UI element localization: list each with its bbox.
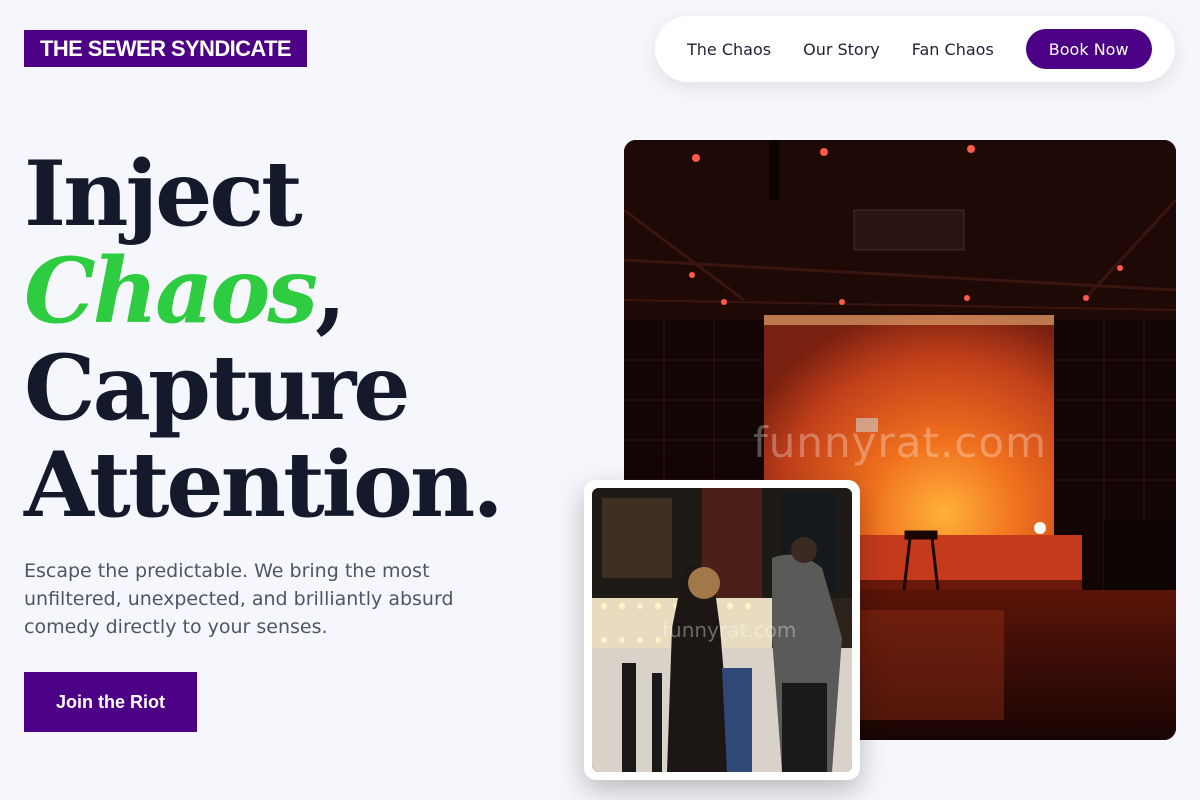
nav-link-the-chaos[interactable]: The Chaos — [687, 40, 771, 59]
hero-headline: Inject Chaos, Capture Attention. — [24, 141, 504, 538]
inset-photo: funnyrat.com — [592, 488, 852, 772]
inset-photo-watermark: funnyrat.com — [662, 618, 797, 642]
join-the-riot-button[interactable]: Join the Riot — [24, 672, 197, 732]
headline-comma: , — [315, 238, 346, 344]
inset-photo-card: funnyrat.com — [584, 480, 860, 780]
book-now-button[interactable]: Book Now — [1025, 29, 1152, 69]
nav-link-our-story[interactable]: Our Story — [803, 40, 880, 59]
main-nav: The Chaos Our Story Fan Chaos Book Now — [655, 16, 1175, 82]
headline-line-attention: Attention. — [24, 432, 504, 538]
headline-line-chaos: Chaos, — [24, 243, 501, 340]
photo-watermark: funnyrat.com — [752, 418, 1048, 467]
headline-accent-chaos: Chaos — [24, 238, 318, 344]
nav-link-fan-chaos[interactable]: Fan Chaos — [912, 40, 994, 59]
hero-subtext: Escape the predictable. We bring the mos… — [24, 560, 454, 638]
headline-line-capture: Capture — [24, 335, 411, 441]
headline-line-inject: Inject — [24, 141, 303, 247]
brand-logo[interactable]: THE SEWER SYNDICATE — [24, 30, 307, 67]
